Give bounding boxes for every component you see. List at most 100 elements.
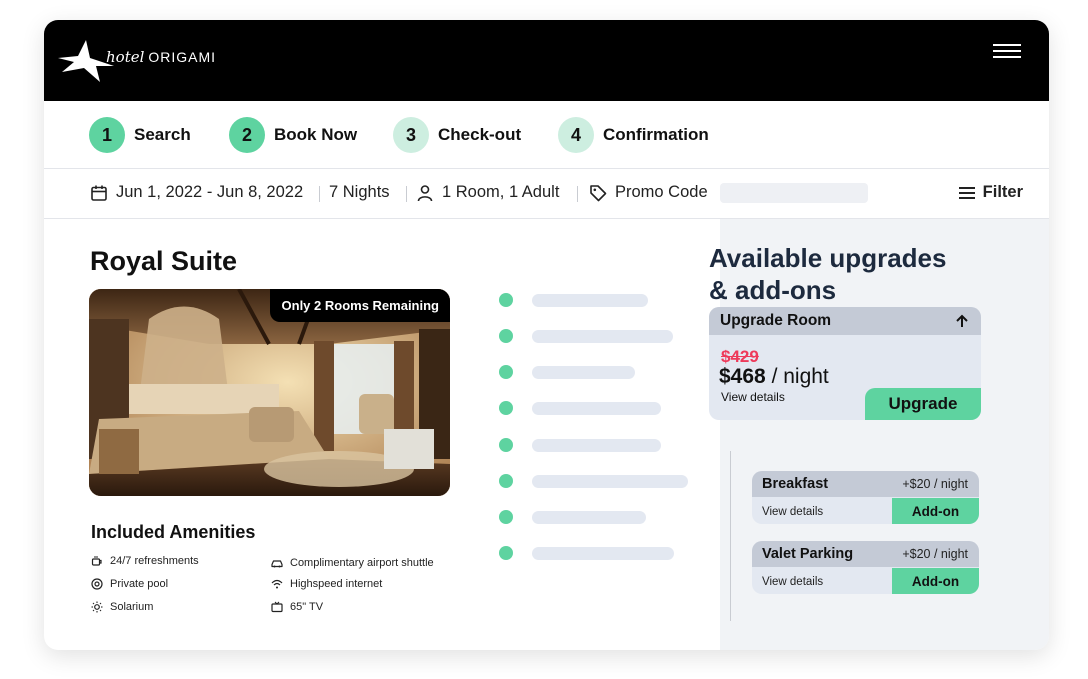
step-label: Check-out bbox=[438, 125, 522, 144]
amenities-title: Included Amenities bbox=[91, 522, 256, 542]
placeholder-bullet bbox=[499, 510, 513, 524]
tag-icon bbox=[590, 184, 607, 201]
amenity-label: Highspeed internet bbox=[290, 578, 383, 590]
amenity-item: Complimentary airport shuttle bbox=[271, 557, 434, 569]
filter-button[interactable]: Filter bbox=[958, 183, 1023, 202]
placeholder-line bbox=[532, 402, 661, 415]
price-unit: / night bbox=[771, 365, 829, 388]
search-summary-bar: Jun 1, 2022 - Jun 8, 2022 7 Nights 1 Roo… bbox=[44, 169, 1049, 219]
addon-name: Breakfast bbox=[762, 476, 829, 492]
hamburger-menu-icon[interactable] bbox=[993, 44, 1021, 60]
placeholder-line bbox=[532, 330, 673, 343]
booking-steps: 1 Search 2 Book Now 3 Check-out 4 Confir… bbox=[44, 101, 1049, 169]
rooms-remaining-badge: Only 2 Rooms Remaining bbox=[269, 289, 450, 322]
placeholder-bullet bbox=[499, 438, 513, 452]
addon-price: +$20 / night bbox=[902, 477, 968, 491]
placeholder-bullet bbox=[499, 365, 513, 379]
amenity-item: Private pool bbox=[91, 578, 168, 590]
date-range[interactable]: Jun 1, 2022 - Jun 8, 2022 bbox=[90, 183, 303, 202]
step-label: Book Now bbox=[274, 125, 358, 144]
brand-logo[interactable]: hotel ORIGAMI bbox=[56, 38, 216, 84]
placeholder-line bbox=[532, 511, 646, 524]
step-number: 2 bbox=[229, 117, 265, 153]
placeholder-line bbox=[532, 547, 674, 560]
amenity-label: Private pool bbox=[110, 578, 169, 590]
addon-name: Valet Parking bbox=[762, 546, 854, 562]
divider bbox=[577, 186, 578, 202]
upgrade-card-title: Upgrade Room bbox=[720, 312, 832, 329]
arrow-up-icon bbox=[956, 314, 968, 327]
price-amount: $468 bbox=[719, 365, 766, 388]
step-number: 3 bbox=[393, 117, 429, 153]
top-header: hotel ORIGAMI bbox=[44, 20, 1049, 101]
person-icon bbox=[417, 184, 433, 201]
view-details-link[interactable]: View details bbox=[721, 390, 785, 404]
step-label: Search bbox=[134, 125, 191, 144]
step-search[interactable]: 1 Search bbox=[89, 117, 191, 153]
sun-icon bbox=[91, 601, 103, 613]
step-number: 4 bbox=[558, 117, 594, 153]
placeholder-line bbox=[532, 475, 688, 488]
step-number: 1 bbox=[89, 117, 125, 153]
addon-price: +$20 / night bbox=[902, 547, 968, 561]
nights-count[interactable]: 7 Nights bbox=[329, 183, 390, 202]
addon-card-valet-parking: Valet Parking +$20 / night View details … bbox=[752, 541, 979, 594]
brand-name: ORIGAMI bbox=[148, 49, 217, 65]
brand-script: hotel bbox=[106, 48, 145, 66]
promo-code: Promo Code bbox=[589, 183, 708, 202]
placeholder-line bbox=[532, 294, 648, 307]
step-confirmation[interactable]: 4 Confirmation bbox=[558, 117, 709, 153]
placeholder-line bbox=[532, 366, 635, 379]
nights-text: 7 Nights bbox=[329, 183, 390, 201]
divider bbox=[319, 186, 320, 202]
date-range-text: Jun 1, 2022 - Jun 8, 2022 bbox=[116, 183, 304, 201]
filter-icon bbox=[958, 186, 975, 199]
upgrade-price: $468 / night bbox=[719, 365, 829, 389]
amenity-item: Solarium bbox=[91, 601, 153, 613]
upgrade-card-header[interactable]: Upgrade Room bbox=[709, 307, 981, 335]
view-details-link[interactable]: View details bbox=[762, 506, 823, 518]
addon-header: Breakfast +$20 / night bbox=[752, 471, 979, 497]
upgrades-title-line: Available upgrades bbox=[709, 243, 947, 273]
amenity-label: 65" TV bbox=[290, 601, 324, 613]
amenity-label: Complimentary airport shuttle bbox=[290, 557, 434, 569]
tv-icon bbox=[271, 601, 283, 613]
amenity-label: 24/7 refreshments bbox=[110, 555, 199, 567]
placeholder-bullet bbox=[499, 329, 513, 343]
guests-text: 1 Room, 1 Adult bbox=[442, 183, 560, 201]
amenity-item: Highspeed internet bbox=[271, 578, 382, 590]
placeholder-bullet bbox=[499, 401, 513, 415]
step-check-out[interactable]: 3 Check-out bbox=[393, 117, 521, 153]
filter-label: Filter bbox=[982, 183, 1023, 201]
add-on-button[interactable]: Add-on bbox=[892, 498, 979, 524]
step-label: Confirmation bbox=[603, 125, 709, 144]
upgrade-room-card: Upgrade Room $429 $468 / night View deta… bbox=[709, 307, 981, 420]
addon-header: Valet Parking +$20 / night bbox=[752, 541, 979, 567]
car-icon bbox=[271, 560, 283, 568]
view-details-link[interactable]: View details bbox=[762, 576, 823, 588]
original-price: $429 bbox=[721, 347, 759, 366]
amenity-item: 24/7 refreshments bbox=[91, 555, 199, 567]
promo-label: Promo Code bbox=[615, 183, 708, 201]
room-photo[interactable]: Only 2 Rooms Remaining bbox=[89, 289, 450, 496]
placeholder-bullet bbox=[499, 546, 513, 560]
calendar-icon bbox=[91, 185, 107, 201]
divider bbox=[406, 186, 407, 202]
upgrades-title-line: & add-ons bbox=[709, 275, 837, 305]
step-book-now[interactable]: 2 Book Now bbox=[229, 117, 357, 153]
amenity-item: 65" TV bbox=[271, 601, 323, 613]
refreshments-icon bbox=[91, 556, 102, 566]
addon-card-breakfast: Breakfast +$20 / night View details Add-… bbox=[752, 471, 979, 524]
addons-divider bbox=[730, 451, 731, 621]
placeholder-bullet bbox=[499, 293, 513, 307]
upgrade-button[interactable]: Upgrade bbox=[865, 388, 981, 420]
upgrades-title: Available upgrades & add-ons bbox=[709, 242, 999, 306]
amenity-label: Solarium bbox=[110, 601, 154, 613]
wifi-icon bbox=[271, 579, 283, 589]
pool-icon bbox=[91, 578, 103, 590]
promo-code-input[interactable] bbox=[720, 183, 868, 203]
placeholder-bullet bbox=[499, 474, 513, 488]
add-on-button[interactable]: Add-on bbox=[892, 568, 979, 594]
placeholder-line bbox=[532, 439, 661, 452]
guests-selector[interactable]: 1 Room, 1 Adult bbox=[416, 183, 559, 202]
